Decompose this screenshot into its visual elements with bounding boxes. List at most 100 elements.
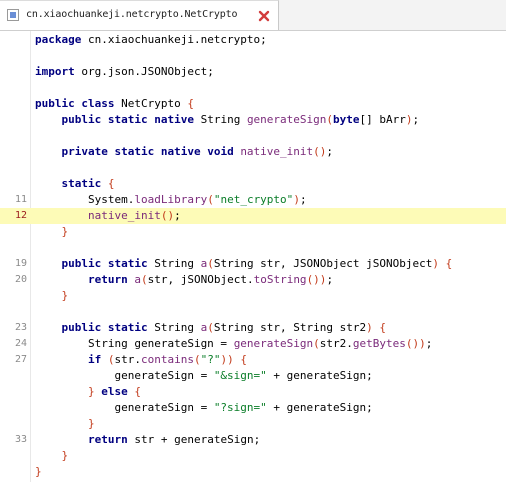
code-text: generateSign = "&sign=" + generateSign; (35, 368, 373, 384)
code-token: ) (432, 257, 439, 270)
code-token: str. (114, 353, 141, 366)
code-token: "?" (200, 353, 221, 366)
code-token: public class (35, 97, 115, 110)
code-line: generateSign = "&sign=" + generateSign; (0, 368, 506, 384)
code-token: } (87, 385, 95, 398)
code-text: if (str.contains("?")) { (35, 352, 247, 368)
code-token: cn.xiaochuankeji.netcrypto; (81, 33, 267, 46)
code-line: 19 public static String a(String str, JS… (0, 256, 506, 272)
code-token: { (107, 177, 115, 190)
code-token: generateSign (246, 113, 327, 126)
code-token: ) (405, 113, 413, 126)
code-token: getBytes (352, 337, 406, 350)
code-line: } else { (0, 384, 506, 400)
code-token: { (134, 385, 141, 398)
line-number: 11 (14, 194, 27, 205)
code-line: } (0, 224, 506, 240)
code-token: String (147, 321, 201, 334)
code-token: ( (193, 353, 201, 366)
code-text: public class NetCrypto { (35, 96, 194, 112)
code-text: String generateSign = generateSign(str2.… (35, 336, 432, 352)
code-token: } (87, 417, 95, 430)
code-token: ; (326, 273, 334, 286)
code-token: { (379, 321, 387, 334)
code-token: contains (140, 353, 194, 366)
code-token: } (61, 449, 69, 462)
code-text: static { (35, 176, 115, 192)
editor-tab-bar: cn.xiaochuankeji.netcrypto.NetCrypto (0, 0, 506, 30)
code-token: public static (61, 257, 148, 270)
code-line: generateSign = "?sign=" + generateSign; (0, 400, 506, 416)
code-line: 27 if (str.contains("?")) { (0, 352, 506, 368)
code-token: generateSign (233, 337, 314, 350)
code-line: package cn.xiaochuankeji.netcrypto; (0, 32, 506, 48)
code-line: private static native void native_init()… (0, 144, 506, 160)
code-text: } (35, 224, 69, 240)
close-icon[interactable] (257, 9, 271, 23)
code-token: str2. (319, 337, 353, 350)
code-token: byte (333, 113, 360, 126)
code-token: ; (425, 337, 433, 350)
code-line: } (0, 416, 506, 432)
code-token: return (87, 273, 128, 286)
code-text: return str + generateSign; (35, 432, 260, 448)
code-text: return a(str, jSONObject.toString()); (35, 272, 333, 288)
code-token: } (61, 289, 69, 302)
code-text: System.loadLibrary("net_crypto"); (35, 192, 307, 208)
code-line: } (0, 464, 506, 480)
code-text: } (35, 416, 95, 432)
line-number: 24 (14, 338, 27, 349)
code-token: else (101, 385, 128, 398)
code-token: static (61, 177, 102, 190)
code-text: } (35, 464, 42, 480)
code-text: private static native void native_init()… (35, 144, 334, 160)
code-line: 24 String generateSign = generateSign(st… (0, 336, 506, 352)
code-token: "?sign=" (213, 401, 267, 414)
code-token: return (87, 433, 128, 446)
code-token: + generateSign; (266, 401, 373, 414)
editor-tab[interactable]: cn.xiaochuankeji.netcrypto.NetCrypto (0, 0, 279, 30)
code-token: + generateSign; (266, 369, 373, 382)
code-text: } (35, 288, 69, 304)
code-text: public static String a(String str, JSONO… (35, 256, 453, 272)
code-line: public class NetCrypto { (0, 96, 506, 112)
code-token: () (160, 209, 175, 222)
code-token: )) (220, 353, 234, 366)
code-token: ; (299, 193, 307, 206)
code-token: String str, JSONObject jSONObject (213, 257, 433, 270)
code-text: } else { (35, 384, 141, 400)
code-text: public static String a(String str, Strin… (35, 320, 387, 336)
code-line: } (0, 288, 506, 304)
code-text: } (35, 448, 69, 464)
code-token: import (35, 65, 75, 78)
code-text: import org.json.JSONObject; (35, 64, 214, 80)
code-token: { (187, 97, 194, 110)
code-line: import org.json.JSONObject; (0, 64, 506, 80)
code-token: package (35, 33, 82, 46)
code-token: } (61, 225, 69, 238)
code-token: String (193, 113, 247, 126)
java-class-file-icon (7, 9, 19, 21)
code-editor[interactable]: package cn.xiaochuankeji.netcrypto; impor… (0, 31, 506, 482)
code-token: ; (174, 209, 181, 222)
code-token: ()) (306, 273, 327, 286)
code-token: NetCrypto (114, 97, 188, 110)
code-line: static { (0, 176, 506, 192)
